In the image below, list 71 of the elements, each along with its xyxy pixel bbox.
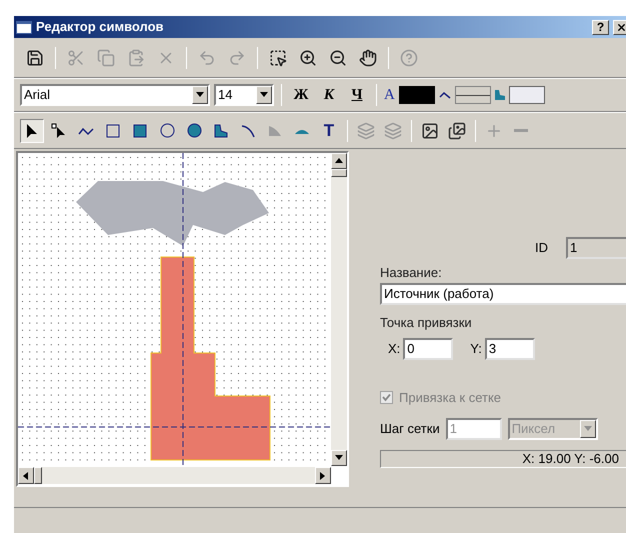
dropdown-button[interactable] xyxy=(192,86,208,104)
down-arrow-icon xyxy=(335,454,343,462)
right-arrow-icon xyxy=(319,472,327,480)
line-style-swatch[interactable] xyxy=(454,86,491,104)
anchor-label: Точка привязки xyxy=(380,314,473,332)
name-label: Название: xyxy=(380,264,443,282)
select-area-icon xyxy=(269,48,287,66)
dropdown-button[interactable] xyxy=(256,86,272,104)
fill-icon xyxy=(494,90,505,100)
filled-circle-icon xyxy=(186,123,202,138)
paste-icon xyxy=(127,48,145,66)
drawing-tool-button[interactable] xyxy=(20,118,44,142)
polygon-icon xyxy=(214,124,228,138)
arc-icon xyxy=(241,124,255,138)
text-color-swatch[interactable] xyxy=(398,86,435,104)
cut-icon xyxy=(67,48,85,66)
help-icon xyxy=(400,48,418,66)
underline-button[interactable]: Ч xyxy=(345,83,369,107)
y-field[interactable]: 3 xyxy=(484,338,535,360)
size-dropdown[interactable]: 14 xyxy=(214,84,274,106)
text-color-label: A xyxy=(384,86,395,105)
vertical-scrollbar[interactable] xyxy=(331,153,347,466)
scroll-down-button[interactable] xyxy=(331,450,347,466)
grid-step-label: Шаг сетки xyxy=(380,420,440,438)
rectangle-icon xyxy=(106,124,120,138)
node-pointer-icon xyxy=(51,122,67,138)
id-label: ID xyxy=(535,239,548,258)
coordinates-display: X: 19.00 Y: -6.00 xyxy=(380,450,626,468)
zoom-in-icon xyxy=(299,48,317,66)
x-label: X: xyxy=(388,340,400,358)
redo-icon xyxy=(228,48,246,66)
bold-button[interactable]: Ж xyxy=(289,83,313,107)
y-label: Y: xyxy=(470,340,482,358)
scroll-up-button[interactable] xyxy=(331,153,347,169)
scroll-thumb[interactable] xyxy=(34,467,42,484)
italic-button[interactable]: К xyxy=(317,83,341,107)
copy-icon xyxy=(97,48,115,66)
close-icon xyxy=(616,22,626,32)
minus-icon xyxy=(514,129,528,132)
window-title: Редактор символов xyxy=(36,18,165,36)
circle-icon xyxy=(160,123,174,138)
window-icon xyxy=(16,20,32,34)
scroll-thumb[interactable] xyxy=(331,169,347,177)
zoom-out-icon xyxy=(329,48,347,66)
hand-icon xyxy=(359,48,377,66)
line-style-icon xyxy=(438,91,451,99)
x-field[interactable]: 0 xyxy=(403,338,454,360)
polyline-icon xyxy=(78,126,94,136)
scroll-left-button[interactable] xyxy=(18,467,34,484)
image-icon xyxy=(421,122,439,140)
dropdown-arrow-icon xyxy=(196,91,204,99)
up-arrow-icon xyxy=(335,157,343,165)
sector-icon xyxy=(268,124,282,136)
images-icon xyxy=(448,122,466,140)
dropdown-arrow-icon xyxy=(584,424,592,432)
font-dropdown[interactable]: Arial xyxy=(20,84,210,106)
name-field[interactable]: Источник (работа) xyxy=(380,282,626,304)
close-button[interactable] xyxy=(613,20,626,34)
drawing-tool-button[interactable]: T xyxy=(317,118,341,142)
filled-rectangle-icon xyxy=(133,124,147,138)
horizontal-scrollbar[interactable] xyxy=(18,467,331,484)
check-icon xyxy=(382,393,391,402)
pointer-icon xyxy=(25,122,39,138)
save-icon xyxy=(26,48,44,66)
scroll-right-button[interactable] xyxy=(315,467,331,484)
fill-color-swatch[interactable] xyxy=(508,86,545,104)
left-arrow-icon xyxy=(22,472,30,480)
id-field[interactable]: 1 xyxy=(566,237,626,259)
help-button[interactable]: ? xyxy=(592,20,609,34)
dropdown-arrow-icon xyxy=(260,91,268,99)
undo-icon xyxy=(198,48,216,66)
